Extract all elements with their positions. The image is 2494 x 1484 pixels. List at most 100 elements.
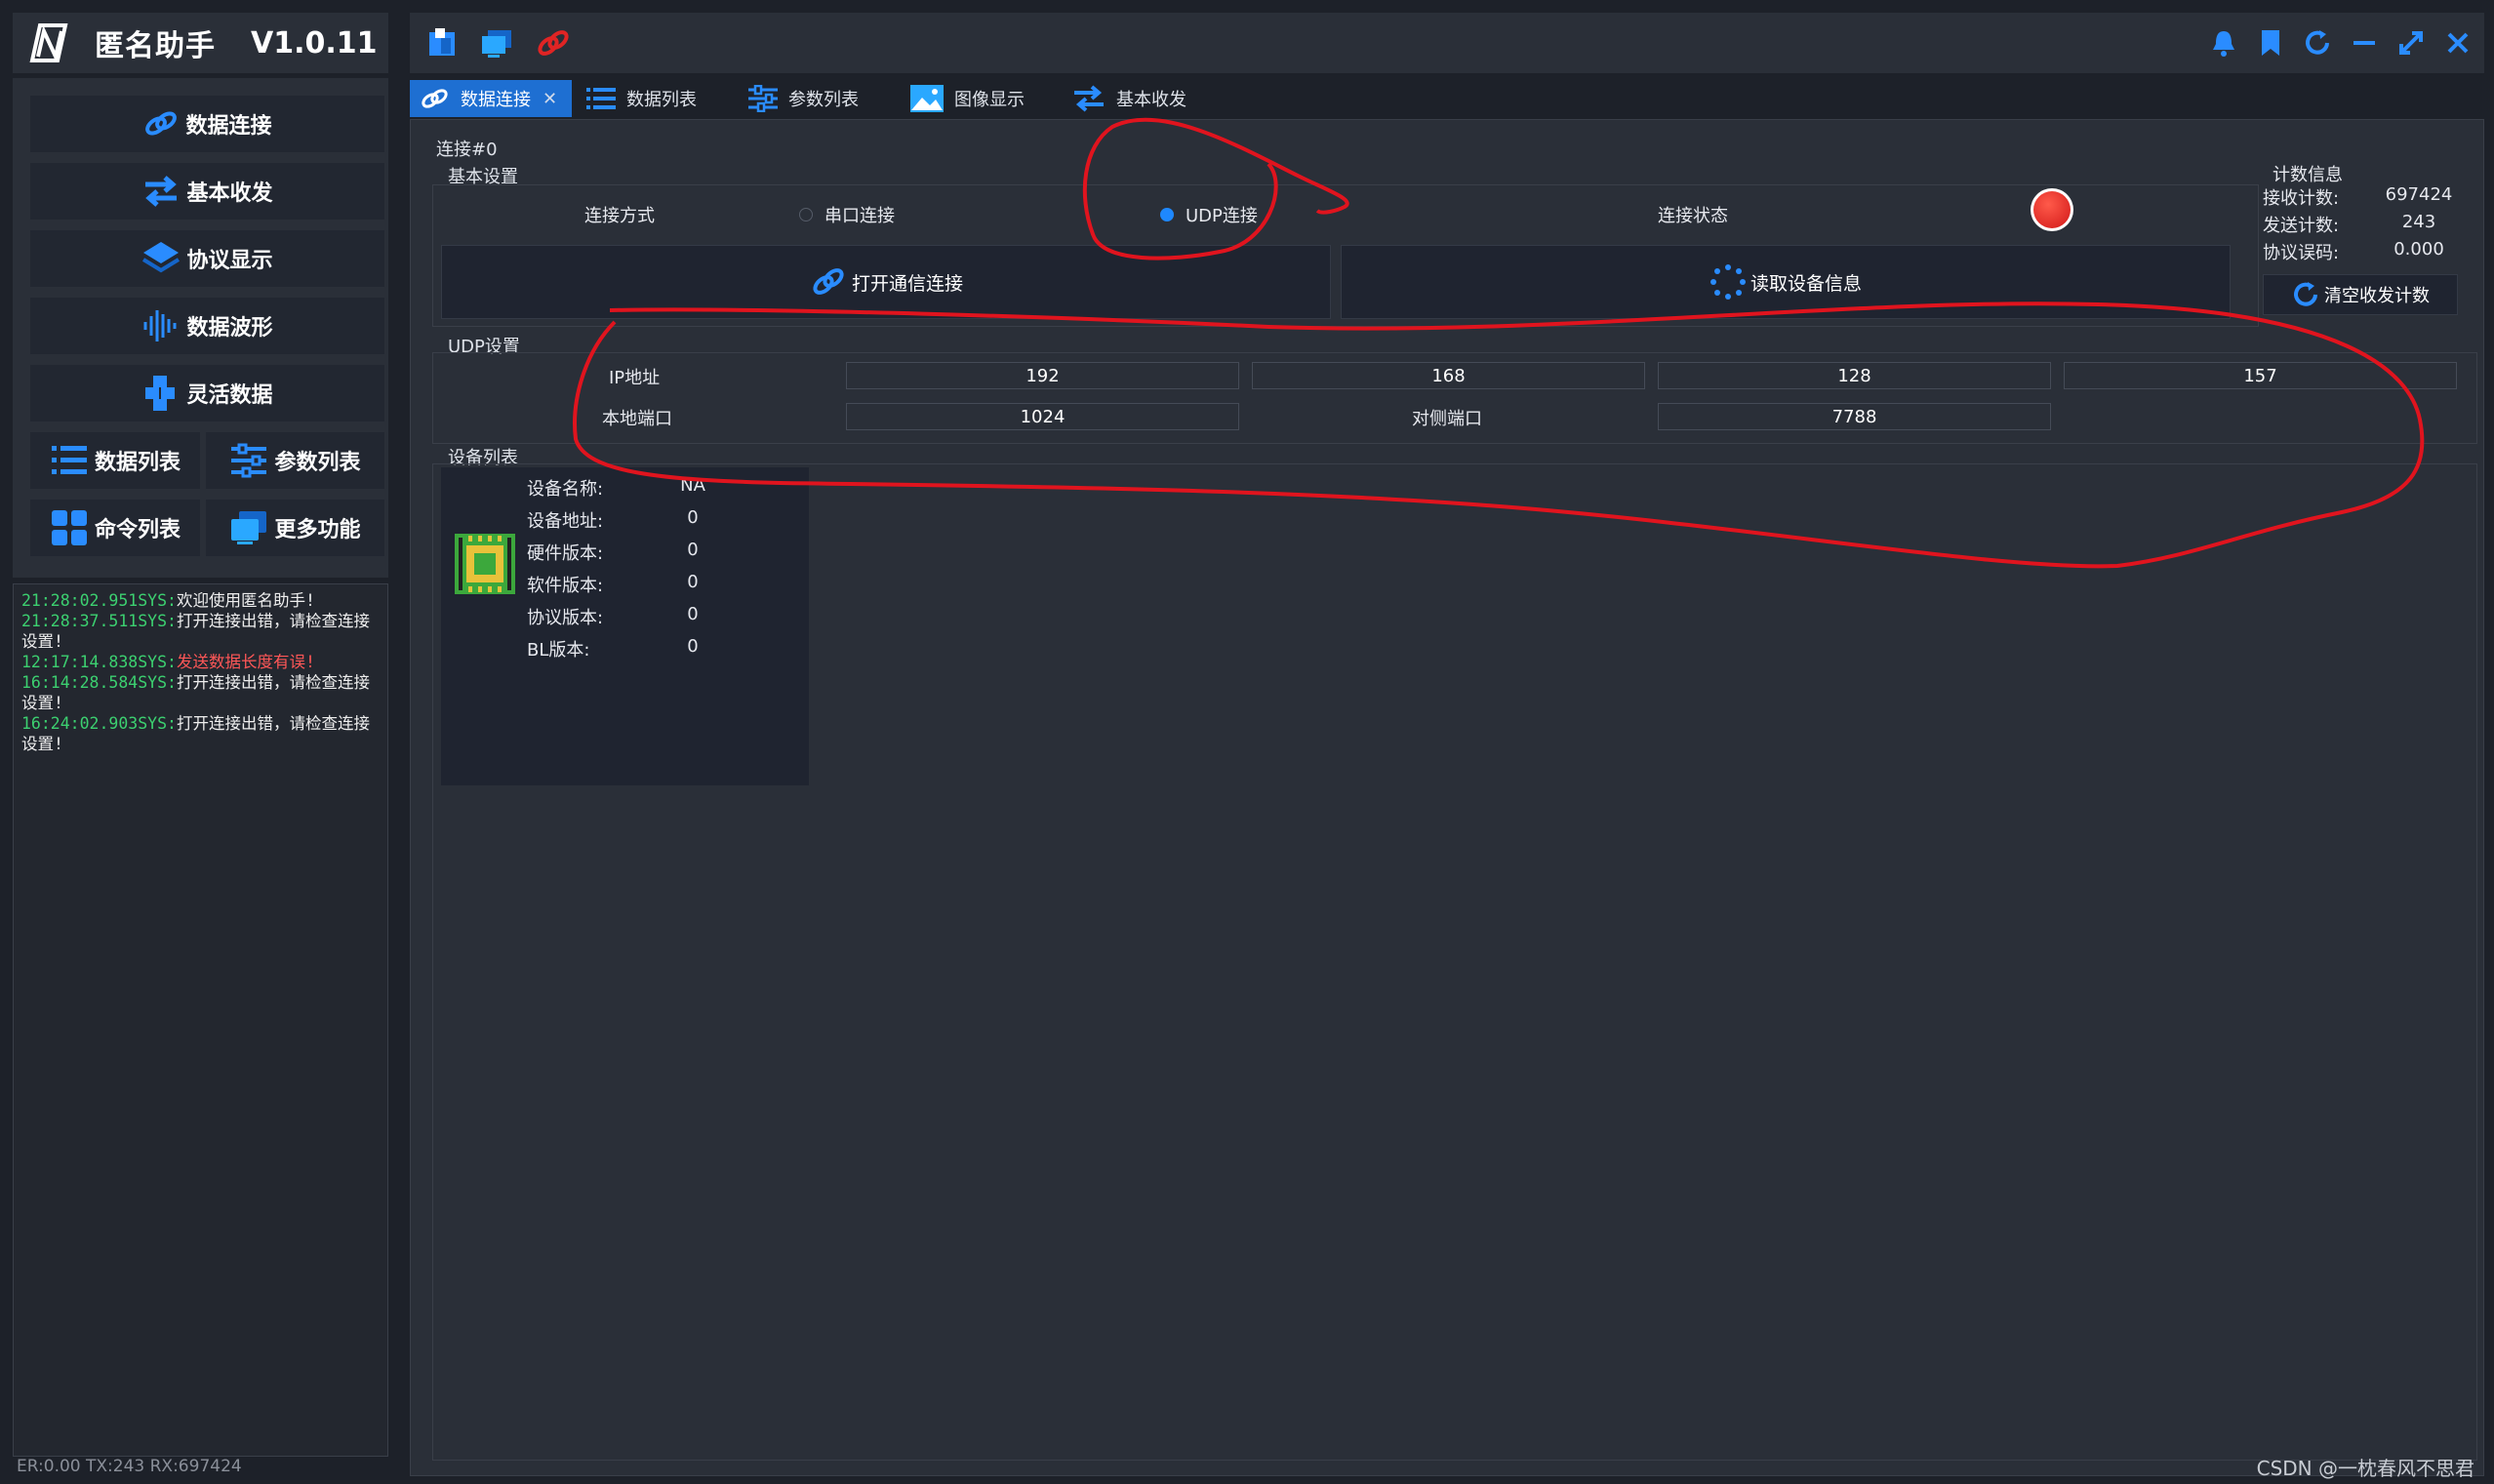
window-controls	[2205, 24, 2476, 61]
device-field-value: 0	[687, 507, 699, 528]
log-line: 12:17:14.838SYS:发送数据长度有误!	[21, 653, 315, 671]
sidebar-item-label: 灵活数据	[186, 383, 273, 408]
serial-radio[interactable]: 串口连接	[799, 202, 895, 227]
app-title: 匿名助手	[95, 29, 216, 63]
button-label: 读取设备信息	[1750, 272, 1862, 295]
log-line: 21:28:37.511SYS:打开连接出错，请检查连接设置!	[21, 612, 370, 651]
sidebar-item-label: 协议显示	[186, 249, 273, 273]
sidebar-item-flex-data[interactable]: 灵活数据	[30, 365, 384, 421]
tab-bar: 数据连接 ✕ 数据列表 参数列表 图像显示 基本收发	[410, 80, 2484, 117]
transfer-icon	[1074, 85, 1104, 112]
device-field-label: 软件版本:	[527, 576, 604, 596]
tab-basic-io[interactable]: 基本收发	[1062, 80, 1218, 117]
sidebar-item-label: 数据连接	[185, 114, 272, 139]
panel-toggle-icon[interactable]	[423, 24, 461, 61]
rx-label: 接收计数:	[2263, 188, 2340, 209]
top-toolbar	[410, 13, 2484, 73]
refresh-icon[interactable]	[2299, 24, 2336, 61]
refresh-icon	[2294, 282, 2317, 306]
device-card[interactable]: 设备名称: NA 设备地址: 0 硬件版本: 0 软件版本: 0 协议版本: 0 BL版本…	[441, 467, 809, 785]
ip-octet-3-field[interactable]: 128	[1658, 362, 2051, 389]
ip-octet-1-field[interactable]: 192	[846, 362, 1239, 389]
app-version: V1.0.11	[251, 25, 378, 60]
radio-label: UDP连接	[1186, 206, 1258, 226]
button-label: 打开通信连接	[851, 272, 963, 295]
tab-data-list[interactable]: 数据列表	[576, 80, 732, 117]
error-value: 0.000	[2393, 239, 2444, 260]
tab-label: 基本收发	[1116, 90, 1187, 110]
status-line: ER:0.00 TX:243 RX:697424	[17, 1457, 242, 1476]
device-field-row: BL版本: 0	[527, 636, 699, 662]
sidebar-item-waveform[interactable]: 数据波形	[30, 298, 384, 354]
udp-radio[interactable]: UDP连接	[1160, 202, 1258, 227]
cubes-icon	[145, 376, 176, 411]
sidebar-item-basic-io[interactable]: 基本收发	[30, 163, 384, 220]
tab-data-connect[interactable]: 数据连接 ✕	[410, 80, 572, 117]
device-field-row: 设备名称: NA	[527, 475, 705, 501]
open-connection-button[interactable]: 打开通信连接	[441, 245, 1331, 319]
sidebar-item-more[interactable]: 更多功能	[206, 500, 384, 556]
link-icon	[422, 89, 448, 108]
minimize-icon[interactable]	[2346, 24, 2383, 61]
app-logo-icon	[29, 23, 68, 63]
sidebar-item-label: 数据波形	[186, 316, 273, 341]
tab-label: 数据连接	[461, 90, 531, 110]
device-field-row: 协议版本: 0	[527, 604, 699, 629]
device-field-value: NA	[680, 475, 705, 496]
tab-param-list[interactable]: 参数列表	[738, 80, 894, 117]
sidebar-item-data-list[interactable]: 数据列表	[30, 432, 200, 489]
remote-port-field[interactable]: 7788	[1658, 403, 2051, 430]
local-port-label: 本地端口	[602, 409, 672, 429]
sidebar-item-label: 参数列表	[274, 451, 361, 475]
sidebar-item-param-list[interactable]: 参数列表	[206, 432, 384, 489]
tab-close-icon[interactable]: ✕	[543, 89, 557, 109]
tab-label: 参数列表	[788, 90, 859, 110]
grid-icon	[51, 510, 87, 545]
list-icon	[51, 446, 87, 474]
ip-octet-2-field[interactable]: 168	[1252, 362, 1645, 389]
connection-panel: 连接#0 基本设置 连接方式 串口连接 UDP连接 连接状态 打开通信连接 读取…	[410, 119, 2484, 1476]
window-icon[interactable]	[478, 24, 515, 61]
status-light	[2033, 191, 2071, 228]
loading-icon	[1710, 264, 1746, 300]
device-field-label: 硬件版本:	[527, 543, 604, 564]
bell-icon[interactable]	[2205, 24, 2242, 61]
device-field-label: 协议版本:	[527, 608, 604, 628]
device-field-value: 0	[687, 636, 699, 657]
tab-image-view[interactable]: 图像显示	[900, 80, 1056, 117]
link-icon	[813, 268, 844, 295]
watermark: CSDN @一枕春风不思君	[2256, 1457, 2474, 1480]
read-device-info-button[interactable]: 读取设备信息	[1341, 245, 2231, 319]
sidebar-item-data-connect[interactable]: 数据连接	[30, 96, 384, 152]
status-indicator	[2031, 188, 2073, 231]
connection-status-label: 连接状态	[1658, 206, 1728, 226]
ip-octet-4-field[interactable]: 157	[2064, 362, 2457, 389]
connection-group-title: 连接#0	[436, 140, 498, 160]
device-field-label: 设备名称:	[527, 479, 604, 500]
maximize-icon[interactable]	[2393, 24, 2430, 61]
connection-mode-label: 连接方式	[584, 206, 655, 226]
error-counter: 协议误码: 0.000	[2263, 239, 2444, 264]
log-line: 16:24:02.903SYS:打开连接出错，请检查连接设置!	[21, 714, 370, 753]
log-console[interactable]: 21:28:02.951SYS:欢迎使用匿名助手! 21:28:37.511SY…	[13, 583, 388, 1457]
counter-title: 计数信息	[2273, 165, 2343, 185]
transfer-icon	[145, 176, 178, 207]
sidebar-item-command-list[interactable]: 命令列表	[30, 500, 200, 556]
clear-counters-button[interactable]: 清空收发计数	[2263, 274, 2458, 315]
ip-label: IP地址	[609, 368, 661, 388]
close-icon[interactable]	[2439, 24, 2476, 61]
sidebar-item-protocol[interactable]: 协议显示	[30, 230, 384, 287]
tab-label: 图像显示	[954, 90, 1025, 110]
tx-value: 243	[2401, 212, 2436, 232]
tab-label: 数据列表	[626, 90, 697, 110]
local-port-field[interactable]: 1024	[846, 403, 1239, 430]
sidebar-item-label: 更多功能	[274, 518, 361, 542]
app-header: 匿名助手 V1.0.11	[13, 13, 388, 73]
device-field-value: 0	[687, 572, 699, 592]
device-field-row: 硬件版本: 0	[527, 540, 699, 565]
disconnect-link-icon[interactable]	[535, 24, 572, 61]
device-field-label: BL版本:	[527, 640, 590, 661]
bookmark-icon[interactable]	[2252, 24, 2289, 61]
chip-board-icon	[455, 534, 515, 594]
button-label: 清空收发计数	[2324, 286, 2430, 306]
